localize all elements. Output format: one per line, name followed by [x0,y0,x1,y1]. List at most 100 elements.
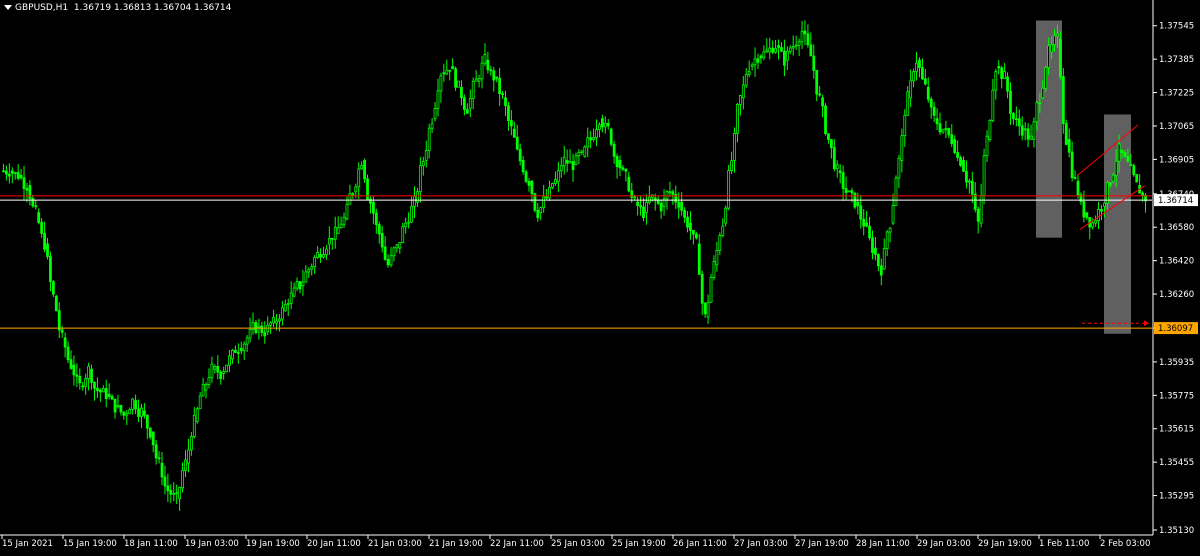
candle-body [213,366,217,370]
candle-body [900,135,904,161]
candle-body [730,160,733,171]
candle-body [947,128,951,136]
candle-body [122,411,126,416]
candle-body [721,225,725,236]
gray-zone-2[interactable] [1104,114,1131,334]
candle-body [245,337,249,345]
candle-body [935,118,939,125]
candle-body [554,179,557,184]
candle-body [844,188,848,194]
candle-body [278,318,281,322]
candle-body [956,152,960,158]
candle-body [800,30,804,43]
candle-body [1044,67,1048,89]
candle-body [407,221,411,224]
candle-body [280,307,284,320]
x-tick-label: 19 Jan 03:00 [185,539,239,549]
x-tick-label: 25 Jan 19:00 [612,539,666,549]
candle-body [738,95,742,105]
candle-body [827,133,830,140]
price-chart[interactable]: 1.37545 1.37385 1.37225 1.37065 1.36905 1.367… [0,0,1200,552]
candle-body [923,78,927,85]
candle-body [178,487,182,500]
candle-body [991,89,995,121]
y-tick-label: 1.37385 [1159,55,1194,65]
candle-body [148,427,152,438]
candle-body [345,203,349,220]
candle-body [589,137,593,141]
candle-body [847,190,851,193]
candle-body [768,47,772,53]
candle-body [275,320,278,324]
candle-body [1023,128,1027,131]
candle-body [586,137,590,148]
candle-body [1041,87,1045,99]
candle-body [81,385,85,388]
x-tick-label: 15 Jan 2021 [2,539,53,549]
candle-body [832,147,836,170]
candle-body [427,127,431,152]
chart-header: GBPUSD,H1 1.36719 1.36813 1.36704 1.3671… [4,3,231,13]
candle-body [295,281,299,289]
candle-body [756,58,760,63]
candle-body [1053,35,1056,45]
candle-body [313,257,317,267]
chevron-down-icon[interactable] [4,5,12,10]
candle-body [689,222,692,231]
candle-body [383,246,387,260]
candle-body [54,295,58,312]
candle-body [736,104,739,134]
candle-body [66,346,70,361]
candle-body [856,201,860,207]
candle-body [868,225,871,239]
candle-body [1076,180,1080,196]
candle-body [741,84,745,99]
candle-body [169,489,173,495]
candle-body [269,322,273,326]
candle-body [330,237,334,240]
candle-body [671,191,675,195]
candle-body [75,374,79,377]
candle-body [507,105,510,121]
candle-body [128,409,132,415]
candle-body [78,375,82,384]
candle-body [627,176,631,192]
candle-body [257,325,261,328]
candle-body [160,462,164,478]
candle-body [1070,151,1074,178]
candle-body [219,371,223,379]
candle-body [439,75,443,92]
candle-body [542,196,546,209]
candle-body [1020,125,1024,136]
candle-body [1009,90,1012,114]
candle-body [433,108,437,120]
candle-body [371,201,375,214]
candle-body [1029,135,1033,140]
candle-body [829,139,833,148]
chart-window[interactable]: 1.37545 1.37385 1.37225 1.37065 1.36905 1.367… [0,0,1200,552]
candle-body [874,247,877,255]
candle-body [574,155,578,166]
x-tick-label: 19 Jan 19:00 [246,539,300,549]
candle-body [1006,76,1009,92]
candle-body [791,46,795,49]
candle-body [19,174,23,179]
x-tick-label: 21 Jan 19:00 [429,539,483,549]
candle-body [504,97,507,107]
candle-body [821,97,824,107]
candle-body [727,170,731,209]
candle-body [879,265,883,276]
candle-body [60,329,64,333]
candle-body [818,93,822,96]
candle-body [1103,202,1106,207]
y-tick-label: 1.35615 [1159,425,1194,435]
candle-body [1108,182,1112,186]
candle-body [774,48,778,53]
candle-body [110,396,114,400]
candle-body [360,165,364,170]
candle-body [1061,76,1065,124]
candle-body [988,120,992,140]
candle-body [404,222,408,228]
candle-body [1012,112,1015,120]
candle-body [1035,102,1039,123]
